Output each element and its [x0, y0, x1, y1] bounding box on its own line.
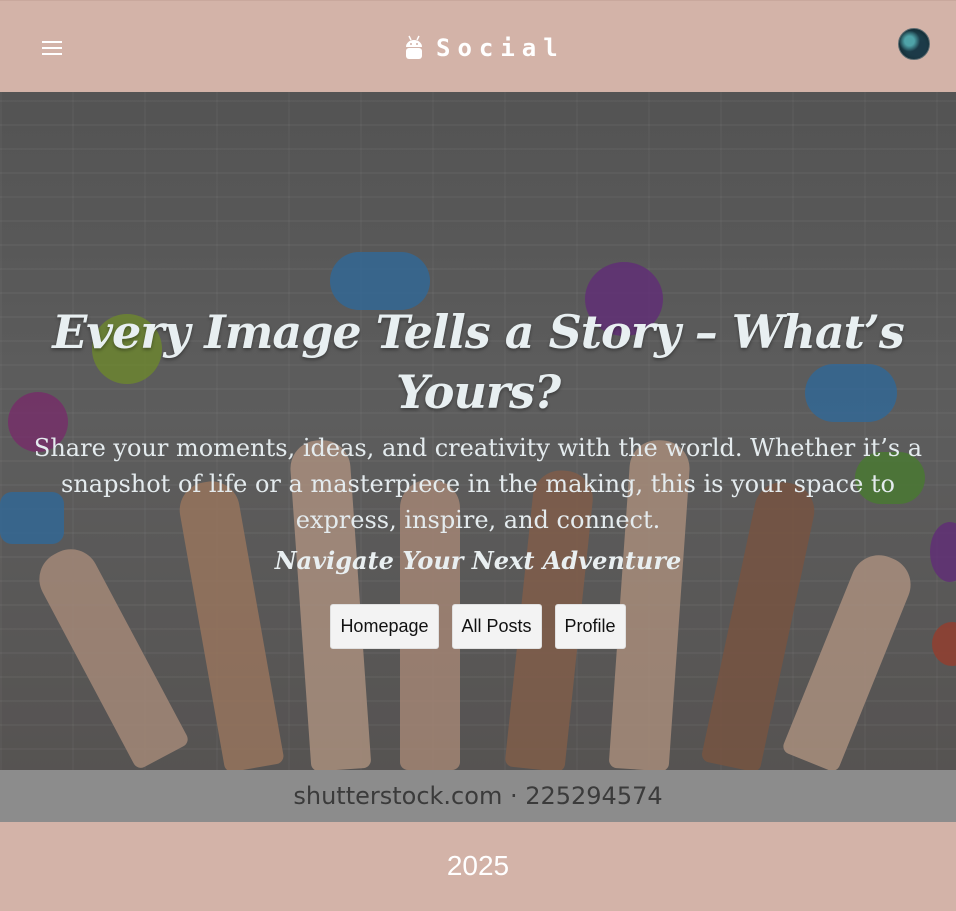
page: Social shutterstock.com · 225294574 Ever… [0, 0, 956, 911]
hero-content: Every Image Tells a Story – What’s Yours… [0, 302, 956, 649]
hero-nav-buttons: Homepage All Posts Profile [0, 604, 956, 649]
hero-section: shutterstock.com · 225294574 Every Image… [0, 92, 956, 822]
footer: 2025 [0, 822, 956, 911]
brand-link[interactable]: Social [404, 31, 565, 65]
hamburger-menu-icon[interactable] [40, 39, 64, 57]
all-posts-button[interactable]: All Posts [451, 604, 542, 649]
profile-button[interactable]: Profile [554, 604, 626, 649]
hero-description: Share your moments, ideas, and creativit… [33, 434, 923, 534]
top-navbar: Social [0, 0, 956, 92]
hero-subtitle: Navigate Your Next Adventure [274, 546, 682, 575]
image-watermark: shutterstock.com · 225294574 [293, 782, 663, 810]
user-avatar[interactable] [898, 28, 930, 60]
hero-title: Every Image Tells a Story – What’s Yours… [52, 305, 905, 419]
footer-year: 2025 [446, 850, 510, 881]
android-icon [406, 35, 422, 59]
brand-name: Social [436, 34, 565, 62]
homepage-button[interactable]: Homepage [330, 604, 439, 649]
